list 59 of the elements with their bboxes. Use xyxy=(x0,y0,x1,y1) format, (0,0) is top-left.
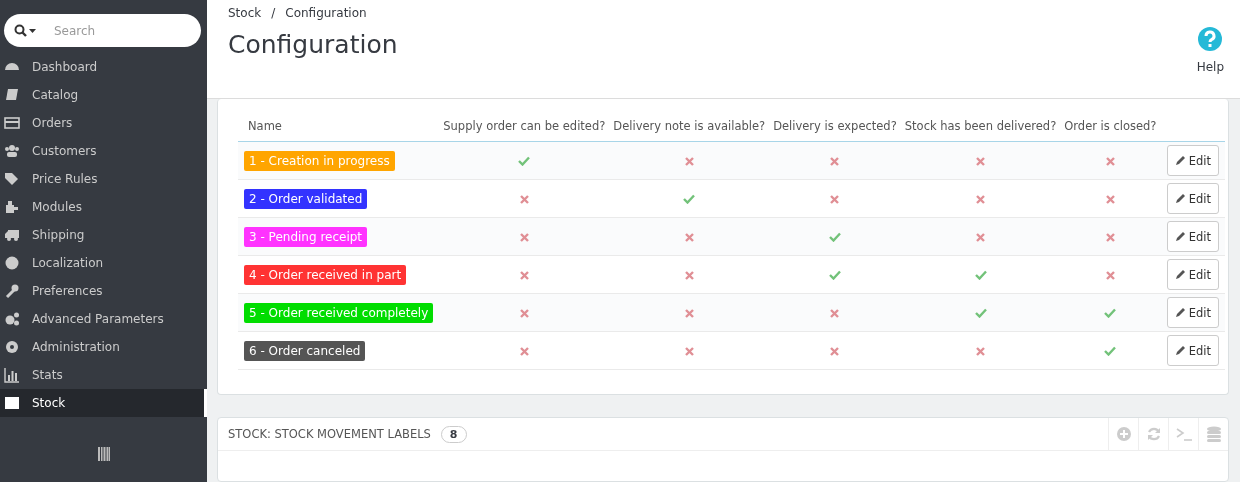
search-field[interactable]: Search xyxy=(4,14,201,47)
sidebar-item[interactable]: Customers xyxy=(0,137,207,165)
bar-chart-icon xyxy=(4,367,20,383)
edit-button[interactable]: Edit xyxy=(1166,335,1219,366)
column-header: Stock has been delivered? xyxy=(900,113,1061,142)
book-icon xyxy=(4,87,20,103)
edit-button[interactable]: Edit xyxy=(1166,297,1219,328)
sidebar-item[interactable]: Price Rules xyxy=(0,165,207,193)
card-icon xyxy=(4,115,20,131)
box-icon xyxy=(4,395,20,411)
sidebar-item[interactable]: Shipping xyxy=(0,221,207,249)
edit-button[interactable]: Edit xyxy=(1166,259,1219,290)
page-title: Configuration xyxy=(228,30,398,59)
sidebar-item[interactable]: Orders xyxy=(0,109,207,137)
database-icon xyxy=(1205,426,1222,442)
tag-icon xyxy=(4,171,20,187)
help-button[interactable]: Help xyxy=(1196,6,1224,98)
sidebar-item[interactable]: Localization xyxy=(0,249,207,277)
edit-button[interactable]: Edit xyxy=(1166,221,1219,252)
sidebar-item[interactable]: Administration xyxy=(0,333,207,361)
users-icon xyxy=(4,143,20,159)
status-label: 1 - Creation in progress xyxy=(244,150,395,171)
sidebar-item[interactable]: Stock xyxy=(0,389,207,417)
add-icon xyxy=(1115,426,1132,442)
puzzle-icon xyxy=(4,199,20,215)
edit-button[interactable]: Edit xyxy=(1166,183,1219,214)
pencil-icon xyxy=(1174,231,1186,242)
column-header: Order is closed? xyxy=(1060,113,1161,142)
pencil-icon xyxy=(1174,193,1186,204)
sidebar-item[interactable]: Preferences xyxy=(0,277,207,305)
wrench-icon xyxy=(4,283,20,299)
edit-button[interactable]: Edit xyxy=(1166,145,1219,176)
sidebar-item[interactable]: Dashboard xyxy=(0,53,207,81)
status-label: 5 - Order received completely xyxy=(244,302,434,323)
sidebar-item[interactable]: Catalog xyxy=(0,81,207,109)
breadcrumb-separator: / xyxy=(271,6,276,20)
column-header: Name xyxy=(238,113,440,142)
pencil-icon xyxy=(1174,345,1186,356)
breadcrumb-link[interactable]: Stock xyxy=(228,6,262,20)
pencil-icon xyxy=(1174,155,1186,166)
status-label: 4 - Order received in part xyxy=(244,264,407,285)
column-header: Delivery note is available? xyxy=(609,113,770,142)
sidebar-item[interactable]: Stats xyxy=(0,361,207,389)
sidebar-item[interactable]: Advanced Parameters xyxy=(0,305,207,333)
pencil-icon xyxy=(1174,269,1186,280)
collapse-icon[interactable] xyxy=(97,447,110,461)
panel-title: STOCK: STOCK MOVEMENT LABELS xyxy=(228,427,431,441)
column-header: Supply order can be edited? xyxy=(439,113,610,142)
status-label: 6 - Order canceled xyxy=(244,340,366,361)
help-icon xyxy=(1197,26,1224,52)
breadcrumb-link[interactable]: Configuration xyxy=(285,6,367,20)
status-label: 3 - Pending receipt xyxy=(244,226,368,247)
refresh-icon xyxy=(1145,426,1162,442)
sidebar-item[interactable]: Modules xyxy=(0,193,207,221)
truck-icon xyxy=(4,227,20,243)
pencil-icon xyxy=(1174,307,1186,318)
column-header: Delivery is expected? xyxy=(769,113,901,142)
status-label: 2 - Order validated xyxy=(244,188,368,209)
terminal-icon xyxy=(1175,426,1192,442)
